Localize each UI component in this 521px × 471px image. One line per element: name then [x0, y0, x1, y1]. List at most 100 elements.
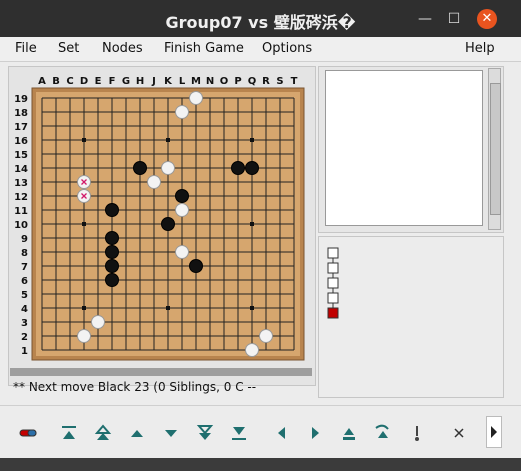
tree-node[interactable]	[327, 247, 339, 259]
main-line-icon[interactable]	[338, 422, 360, 444]
column-label: H	[136, 76, 144, 87]
back-icon[interactable]	[126, 422, 148, 444]
scroll-thumb[interactable]	[490, 83, 501, 215]
row-label: 5	[21, 290, 28, 301]
mark-icon[interactable]	[406, 422, 428, 444]
black-stone[interactable]	[105, 273, 119, 287]
row-label: 9	[21, 234, 28, 245]
last-move-icon[interactable]	[228, 422, 250, 444]
star-point	[166, 138, 170, 142]
star-point	[82, 222, 86, 226]
menu-file[interactable]: File	[15, 41, 37, 56]
menu-help[interactable]: Help	[465, 41, 495, 56]
row-label: 4	[21, 304, 28, 315]
column-label: N	[206, 76, 214, 87]
menu-nodes[interactable]: Nodes	[102, 41, 143, 56]
column-label: S	[276, 76, 283, 87]
menu-set[interactable]: Set	[58, 41, 79, 56]
new-game-icon[interactable]	[17, 422, 39, 444]
white-stone[interactable]	[189, 91, 203, 105]
white-stone[interactable]	[259, 329, 273, 343]
menu-bar: File Set Nodes Finish Game Options Help	[0, 37, 521, 62]
row-label: 6	[21, 276, 28, 287]
comment-scrollbar[interactable]	[488, 68, 501, 230]
row-label: 18	[14, 108, 28, 119]
title-bar: Group07 vs 璧版硶浜� — ☐ ✕	[0, 0, 521, 37]
column-label: L	[179, 76, 186, 87]
first-move-icon[interactable]	[58, 422, 80, 444]
black-stone[interactable]	[245, 161, 259, 175]
black-stone[interactable]	[189, 259, 203, 273]
go-board[interactable]: A B C D E F G H J K L M N O P Q R S T191817161514131211109…	[10, 70, 306, 365]
white-stone[interactable]	[175, 203, 189, 217]
menu-options[interactable]: Options	[262, 41, 312, 56]
game-tree[interactable]	[325, 245, 365, 335]
column-label: B	[52, 76, 60, 87]
navigation-toolbar	[0, 405, 521, 456]
white-stone[interactable]	[245, 343, 259, 357]
column-label: T	[291, 76, 298, 87]
black-stone[interactable]	[161, 217, 175, 231]
row-label: 12	[14, 192, 28, 203]
white-stone[interactable]	[77, 329, 91, 343]
black-stone[interactable]	[105, 203, 119, 217]
tree-node[interactable]	[327, 277, 339, 289]
row-label: 11	[14, 206, 28, 217]
black-stone[interactable]	[105, 259, 119, 273]
maximize-button[interactable]: ☐	[444, 9, 464, 29]
column-label: C	[66, 76, 73, 87]
window-title: Group07 vs 璧版硶浜�	[165, 13, 356, 32]
star-point	[82, 138, 86, 142]
app-window: Group07 vs 璧版硶浜� — ☐ ✕ File Set Nodes Fi…	[0, 0, 521, 471]
menu-finish-game[interactable]: Finish Game	[164, 41, 244, 56]
column-label: F	[109, 76, 116, 87]
column-label: K	[164, 76, 173, 87]
white-stone[interactable]	[175, 245, 189, 259]
column-label: Q	[248, 76, 257, 87]
row-label: 14	[14, 164, 28, 175]
row-label: 2	[21, 332, 28, 343]
black-stone[interactable]	[133, 161, 147, 175]
game-tree-panel[interactable]	[318, 236, 504, 398]
star-point	[250, 138, 254, 142]
board-horizontal-scrollbar[interactable]	[10, 368, 312, 376]
star-point	[250, 222, 254, 226]
tree-node[interactable]	[327, 262, 339, 274]
minimize-button[interactable]: —	[415, 9, 435, 29]
next-variation-icon[interactable]	[304, 422, 326, 444]
black-stone[interactable]	[231, 161, 245, 175]
white-stone[interactable]	[147, 175, 161, 189]
tree-node[interactable]	[327, 292, 339, 304]
column-label: J	[151, 76, 156, 87]
forward-icon[interactable]	[160, 422, 182, 444]
row-label: 7	[21, 262, 28, 273]
column-label: R	[262, 76, 270, 87]
close-button[interactable]: ✕	[477, 9, 497, 29]
black-stone[interactable]	[175, 189, 189, 203]
column-label: M	[191, 76, 201, 87]
toolbar-more-button[interactable]	[486, 416, 502, 448]
status-text: ** Next move Black 23 (0 Siblings, 0 C -…	[13, 380, 257, 394]
white-stone[interactable]	[175, 105, 189, 119]
black-stone[interactable]	[105, 231, 119, 245]
row-label: 10	[14, 220, 28, 231]
row-label: 19	[14, 94, 28, 105]
column-label: G	[122, 76, 130, 87]
star-point	[250, 306, 254, 310]
column-label: D	[80, 76, 88, 87]
comment-textarea[interactable]	[325, 70, 483, 226]
white-stone[interactable]	[91, 315, 105, 329]
white-stone[interactable]	[161, 161, 175, 175]
back-10-icon[interactable]	[92, 422, 114, 444]
row-label: 16	[14, 136, 28, 147]
black-stone[interactable]	[105, 245, 119, 259]
row-label: 13	[14, 178, 28, 189]
star-point	[82, 306, 86, 310]
row-label: 3	[21, 318, 28, 329]
forward-10-icon[interactable]	[194, 422, 216, 444]
row-label: 17	[14, 122, 28, 133]
goto-branch-icon[interactable]	[372, 422, 394, 444]
pass-icon[interactable]	[448, 422, 470, 444]
prev-variation-icon[interactable]	[270, 422, 292, 444]
tree-node-current[interactable]	[327, 307, 339, 319]
